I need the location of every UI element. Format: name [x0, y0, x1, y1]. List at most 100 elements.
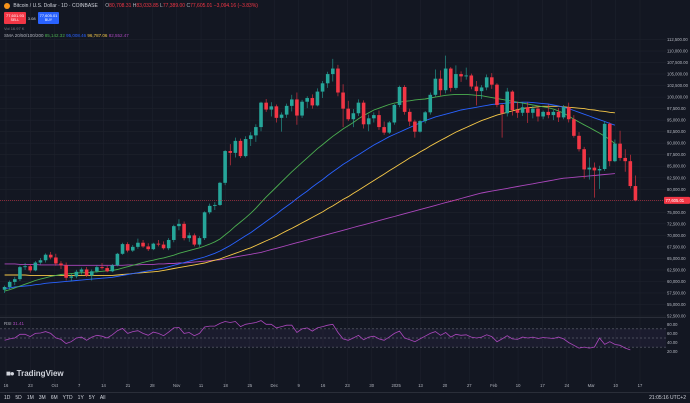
time-tick-label: 2025	[391, 383, 401, 388]
candle-body	[479, 87, 484, 92]
timeframe-5d[interactable]: 5D	[15, 395, 21, 401]
candle-body	[248, 135, 253, 140]
candle-body	[464, 75, 468, 77]
spread-value: 3.08	[27, 15, 36, 21]
candle-body	[213, 204, 217, 206]
candle-body	[125, 244, 130, 251]
candle-body	[556, 111, 561, 118]
time-tick-label: 17	[638, 383, 643, 388]
timeframe-1y[interactable]: 1Y	[78, 395, 84, 401]
ohlc-high-value: 83,033.85	[136, 3, 159, 9]
ohlc-change-value: −3,094.16 (−3.83%)	[213, 3, 258, 9]
price-tick-label: 112,500.00	[667, 37, 688, 42]
time-tick-label: 17	[540, 383, 545, 388]
candle-body	[433, 78, 438, 95]
candle-body	[531, 108, 535, 113]
candle-body	[202, 212, 207, 239]
rsi-tick-label: 20.00	[667, 349, 678, 354]
time-tick-label: 25	[248, 383, 253, 388]
candle-body	[382, 127, 386, 133]
timeframe-5y[interactable]: 5Y	[89, 395, 95, 401]
clock-readout[interactable]: 21:05:16 UTC+2	[649, 395, 686, 401]
candle-body	[172, 226, 176, 240]
ohlc-close-value: 77,605.01	[190, 3, 213, 9]
candle-body	[566, 107, 571, 120]
candle-body	[418, 121, 422, 132]
candle-body	[520, 107, 525, 113]
candle-body	[7, 281, 12, 287]
tradingview-logo[interactable]: ■● TradingView	[6, 369, 64, 378]
candle-body	[295, 99, 299, 116]
pane-separator[interactable]	[0, 317, 666, 318]
bitcoin-logo-icon	[4, 3, 10, 9]
time-tick-label: 21	[126, 383, 131, 388]
rsi-pane	[0, 320, 666, 351]
candle-body	[28, 266, 33, 271]
candle-body	[474, 86, 479, 92]
time-tick-label: 28	[150, 383, 155, 388]
candle-body	[254, 127, 258, 136]
symbol-title[interactable]: Bitcoin / U.S. Dollar · 1D · COINBASE	[13, 3, 97, 9]
candle-body	[392, 104, 397, 123]
buy-button[interactable]: 77,605.01 BUY	[37, 12, 60, 24]
candle-body	[551, 111, 556, 116]
rsi-legend[interactable]: RSI 31.41	[4, 321, 24, 326]
candle-body	[587, 167, 592, 170]
candle-body	[110, 265, 115, 272]
chart-app: 112,500.00 110,000.00 107,500.00 105,000.00…	[0, 0, 690, 403]
candle-body	[300, 101, 304, 116]
gridlines	[0, 0, 666, 385]
candle-body	[495, 84, 499, 105]
sma100-value: 96,787.06	[87, 33, 108, 38]
candle-body	[536, 108, 540, 117]
rsi-tick-label: 60.00	[667, 331, 678, 336]
candle-body	[597, 169, 602, 171]
time-tick-label: 23	[345, 383, 350, 388]
candle-body	[64, 265, 68, 278]
volume-readout[interactable]: Vol 16.97 K	[4, 26, 24, 31]
price-chart[interactable]: 112,500.00 110,000.00 107,500.00 105,000.00…	[0, 0, 690, 402]
volume-label: Vol	[4, 26, 10, 31]
candle-body	[469, 75, 474, 87]
time-axis[interactable]: 16 23 Oct 7 14 21 28 Nov 11 18 25 Dec 9 16 23 30 2025 13 2…	[4, 383, 643, 388]
candle-body	[59, 263, 63, 266]
time-tick-label: 23	[28, 383, 33, 388]
price-tick-label: 75,000.00	[667, 210, 686, 215]
timeframe-1m[interactable]: 1M	[27, 395, 34, 401]
candle-body	[448, 68, 453, 88]
candle-body	[223, 151, 227, 183]
price-tick-label: 52,500.00	[667, 314, 686, 319]
price-tick-label: 72,500.00	[667, 221, 686, 226]
sma-legend-label: SMA 20/50/100/200	[4, 33, 44, 38]
timeframe-ytd[interactable]: YTD	[63, 395, 73, 401]
sma-legend[interactable]: SMA 20/50/100/200 85,142.32 95,008.46 96…	[4, 33, 129, 38]
price-tick-label: 85,000.00	[667, 164, 686, 169]
candle-body	[279, 114, 284, 118]
price-tick-label: 90,000.00	[667, 141, 686, 146]
candle-body	[623, 157, 627, 162]
time-tick-label: Feb	[490, 383, 498, 388]
time-tick-label: 30	[369, 383, 374, 388]
timeframe-all[interactable]: All	[100, 395, 106, 401]
candle-body	[336, 68, 340, 93]
candle-body	[577, 135, 581, 150]
candle-body	[136, 242, 140, 247]
time-tick-label: 16	[321, 383, 326, 388]
candle-body	[315, 91, 320, 106]
sell-button[interactable]: 77,601.93 SELL	[4, 12, 26, 24]
candle-body	[264, 102, 268, 110]
bottom-toolbar: 1D 5D 1M 3M 6M YTD 1Y 5Y All 21:05:16 UTC+2	[0, 392, 690, 403]
time-tick-label: 14	[101, 383, 106, 388]
candle-body	[561, 107, 566, 118]
price-tick-label: 97,500.00	[667, 106, 686, 111]
sma200-polyline	[4, 173, 615, 266]
sma20-polyline	[4, 93, 616, 292]
candles	[2, 55, 638, 293]
timeframe-3m[interactable]: 3M	[39, 395, 46, 401]
candle-body	[366, 118, 371, 125]
timeframe-1d[interactable]: 1D	[4, 395, 10, 401]
candle-body	[151, 243, 156, 250]
timeframe-6m[interactable]: 6M	[51, 395, 58, 401]
timeframe-selector: 1D 5D 1M 3M 6M YTD 1Y 5Y All	[4, 395, 105, 401]
candle-body	[105, 268, 109, 272]
